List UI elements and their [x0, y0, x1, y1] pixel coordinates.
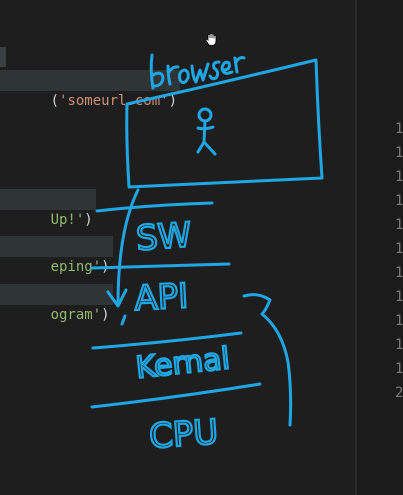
line-number: 1 [395, 361, 403, 377]
code-string: 'someurl.com' [59, 93, 169, 109]
line-number: 1 [395, 145, 403, 161]
line-number: 1 [395, 289, 403, 305]
line-number: 1 [395, 337, 403, 353]
line-number: 1 [395, 193, 403, 209]
code-punct: ) [84, 212, 93, 228]
line-number: 1 [395, 217, 403, 233]
line-number: 1 [395, 169, 403, 185]
line-number: 1 [395, 241, 403, 257]
line-number: 1 [395, 121, 403, 137]
code-line-program: ogram') [0, 284, 113, 323]
code-punct: ) [101, 307, 110, 323]
code-string: eping' [50, 259, 102, 275]
line-number: 1 [395, 265, 403, 281]
code-line-up: Up!') [0, 189, 96, 228]
code-string: Up!' [50, 212, 85, 228]
code-punct: ) [168, 93, 178, 109]
right-panel[interactable]: 1 1 1 1 1 1 1 1 1 1 1 2 [357, 0, 403, 495]
code-punct: ) [101, 259, 110, 275]
hand-cursor-icon [205, 33, 217, 46]
screenshot-stage: ('someurl.com') Up!') eping') ogram') 1 … [0, 0, 403, 495]
code-editor[interactable]: ('someurl.com') Up!') eping') ogram') [0, 0, 355, 495]
code-string: ogram' [50, 307, 102, 323]
code-chip-edge [0, 47, 6, 67]
line-number: 1 [395, 313, 403, 329]
code-punct: ( [50, 93, 60, 109]
code-line-sleeping: eping') [0, 236, 113, 275]
line-number: 2 [395, 385, 403, 401]
code-line-url: ('someurl.com') [0, 70, 181, 109]
